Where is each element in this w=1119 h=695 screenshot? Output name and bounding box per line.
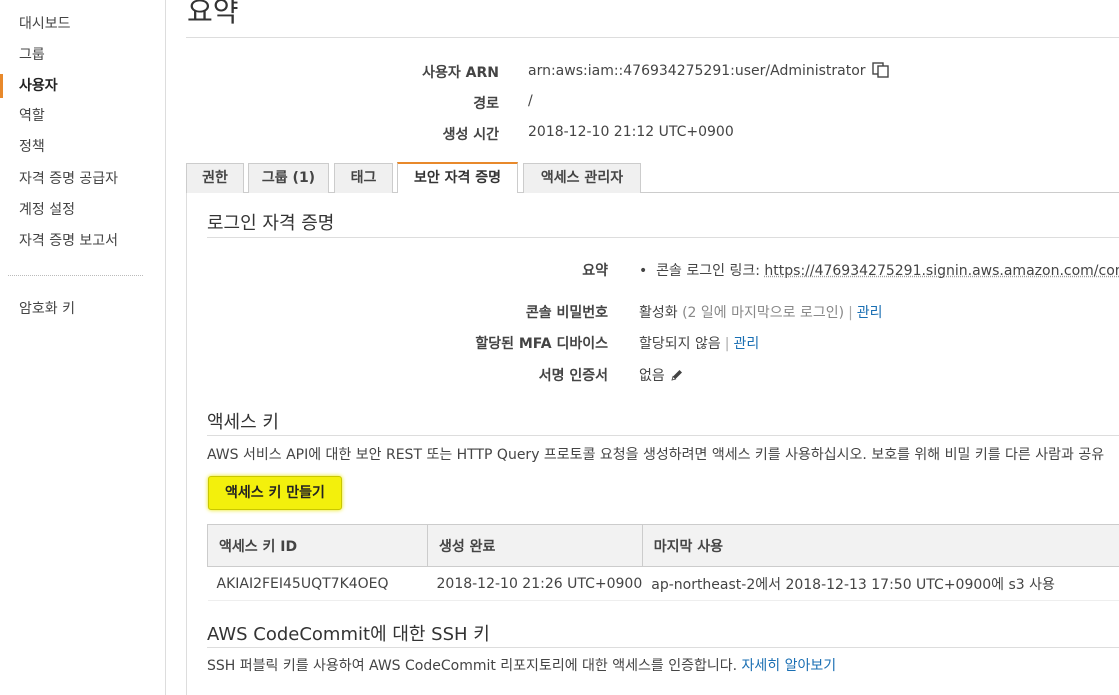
arn-text: arn:aws:iam::476934275291:user/Administr…	[528, 63, 866, 79]
separator: |	[724, 336, 730, 352]
column-last-used[interactable]: 마지막 사용	[642, 524, 1119, 567]
created-label: 생성 시간	[442, 127, 499, 143]
manage-mfa-link[interactable]: 관리	[733, 336, 759, 352]
sidebar-item-account-settings[interactable]: 계정 설정	[0, 198, 165, 222]
arn-label: 사용자 ARN	[422, 65, 499, 81]
access-keys-table: 액세스 키 ID 생성 완료 마지막 사용 AKIAI2FEI45UQT7K4O…	[207, 524, 1119, 601]
tab-bar: 권한 그룹 (1) 태그 보안 자격 증명 액세스 관리자	[186, 162, 1119, 193]
sidebar-item-encryption-keys[interactable]: 암호화 키	[0, 297, 165, 321]
copy-icon[interactable]	[871, 62, 890, 78]
bullet: •	[639, 263, 657, 279]
arn-value: arn:aws:iam::476934275291:user/Administr…	[528, 62, 890, 79]
created-cell: 2018-12-10 21:26 UTC+0900	[427, 566, 643, 601]
path-value: /	[528, 93, 533, 109]
mfa-device-value: 할당되지 않음 | 관리	[639, 333, 759, 353]
tab-groups[interactable]: 그룹 (1)	[248, 163, 329, 193]
created-value: 2018-12-10 21:12 UTC+0900	[528, 124, 734, 140]
sign-in-credentials-title: 로그인 자격 증명	[207, 213, 335, 234]
console-login-link[interactable]: https://476934275291.signin.aws.amazon.c…	[764, 263, 1119, 279]
sign-in-summary-label: 요약	[582, 263, 608, 279]
sidebar-item-policies[interactable]: 정책	[0, 135, 165, 159]
sign-in-summary-value: • 콘솔 로그인 링크: https://476934275291.signin…	[639, 260, 1119, 280]
sidebar-item-dashboard[interactable]: 대시보드	[0, 12, 165, 36]
access-key-id-cell: AKIAI2FEI45UQT7K4OEQ	[207, 566, 428, 601]
tab-access-advisor[interactable]: 액세스 관리자	[523, 163, 641, 193]
section-divider	[207, 647, 1119, 648]
table-row: AKIAI2FEI45UQT7K4OEQ 2018-12-10 21:26 UT…	[207, 566, 1119, 601]
console-password-label: 콘솔 비밀번호	[525, 305, 608, 321]
password-status: 활성화	[639, 305, 678, 321]
section-divider	[207, 435, 1119, 436]
tab-tags[interactable]: 태그	[334, 163, 393, 193]
codecommit-ssh-title: AWS CodeCommit에 대한 SSH 키	[207, 624, 490, 645]
manage-password-link[interactable]: 관리	[857, 305, 883, 321]
mfa-device-label: 할당된 MFA 디바이스	[475, 336, 608, 352]
sidebar-divider	[8, 275, 143, 276]
sidebar-item-groups[interactable]: 그룹	[0, 43, 165, 67]
last-used-cell: ap-northeast-2에서 2018-12-13 17:50 UTC+09…	[642, 566, 1119, 601]
signing-certificate-value: 없음	[639, 365, 684, 385]
sidebar-item-identity-providers[interactable]: 자격 증명 공급자	[0, 167, 165, 191]
create-access-key-button[interactable]: 액세스 키 만들기	[208, 476, 342, 510]
title-divider	[186, 37, 1119, 38]
console-password-value: 활성화 (2 일에 마지막으로 로그인) | 관리	[639, 302, 883, 322]
sidebar-item-credential-report[interactable]: 자격 증명 보고서	[0, 229, 165, 253]
learn-more-link[interactable]: 자세히 알아보기	[742, 658, 837, 674]
path-label: 경로	[473, 96, 499, 112]
access-keys-description: AWS 서비스 API에 대한 보안 REST 또는 HTTP Query 프로…	[207, 447, 1105, 463]
access-keys-title: 액세스 키	[207, 412, 279, 433]
mfa-status: 할당되지 않음	[639, 336, 721, 352]
separator: |	[848, 305, 853, 321]
section-divider	[207, 237, 1119, 238]
column-access-key-id[interactable]: 액세스 키 ID	[207, 524, 428, 567]
codecommit-description: SSH 퍼블릭 키를 사용하여 AWS CodeCommit 리포지토리에 대한…	[207, 655, 836, 675]
tab-permissions[interactable]: 권한	[186, 163, 244, 193]
signing-certificate-label: 서명 인증서	[538, 368, 608, 384]
codecommit-description-text: SSH 퍼블릭 키를 사용하여 AWS CodeCommit 리포지토리에 대한…	[207, 658, 738, 674]
sidebar-item-users[interactable]: 사용자	[0, 74, 165, 98]
table-header-row: 액세스 키 ID 생성 완료 마지막 사용	[207, 524, 1119, 567]
page-title: 요약	[187, 0, 239, 28]
sidebar-item-roles[interactable]: 역할	[0, 104, 165, 128]
console-link-prefix: 콘솔 로그인 링크:	[656, 263, 765, 279]
column-created[interactable]: 생성 완료	[427, 524, 643, 567]
pencil-icon[interactable]	[670, 368, 684, 382]
sidebar: 대시보드 그룹 사용자 역할 정책 자격 증명 공급자 계정 설정 자격 증명 …	[0, 0, 166, 695]
certificate-status: 없음	[639, 368, 665, 384]
password-last-login: (2 일에 마지막으로 로그인)	[682, 305, 845, 321]
main-content: 요약 사용자 ARN arn:aws:iam::476934275291:use…	[166, 0, 1119, 695]
tab-security-credentials[interactable]: 보안 자격 증명	[397, 162, 518, 193]
